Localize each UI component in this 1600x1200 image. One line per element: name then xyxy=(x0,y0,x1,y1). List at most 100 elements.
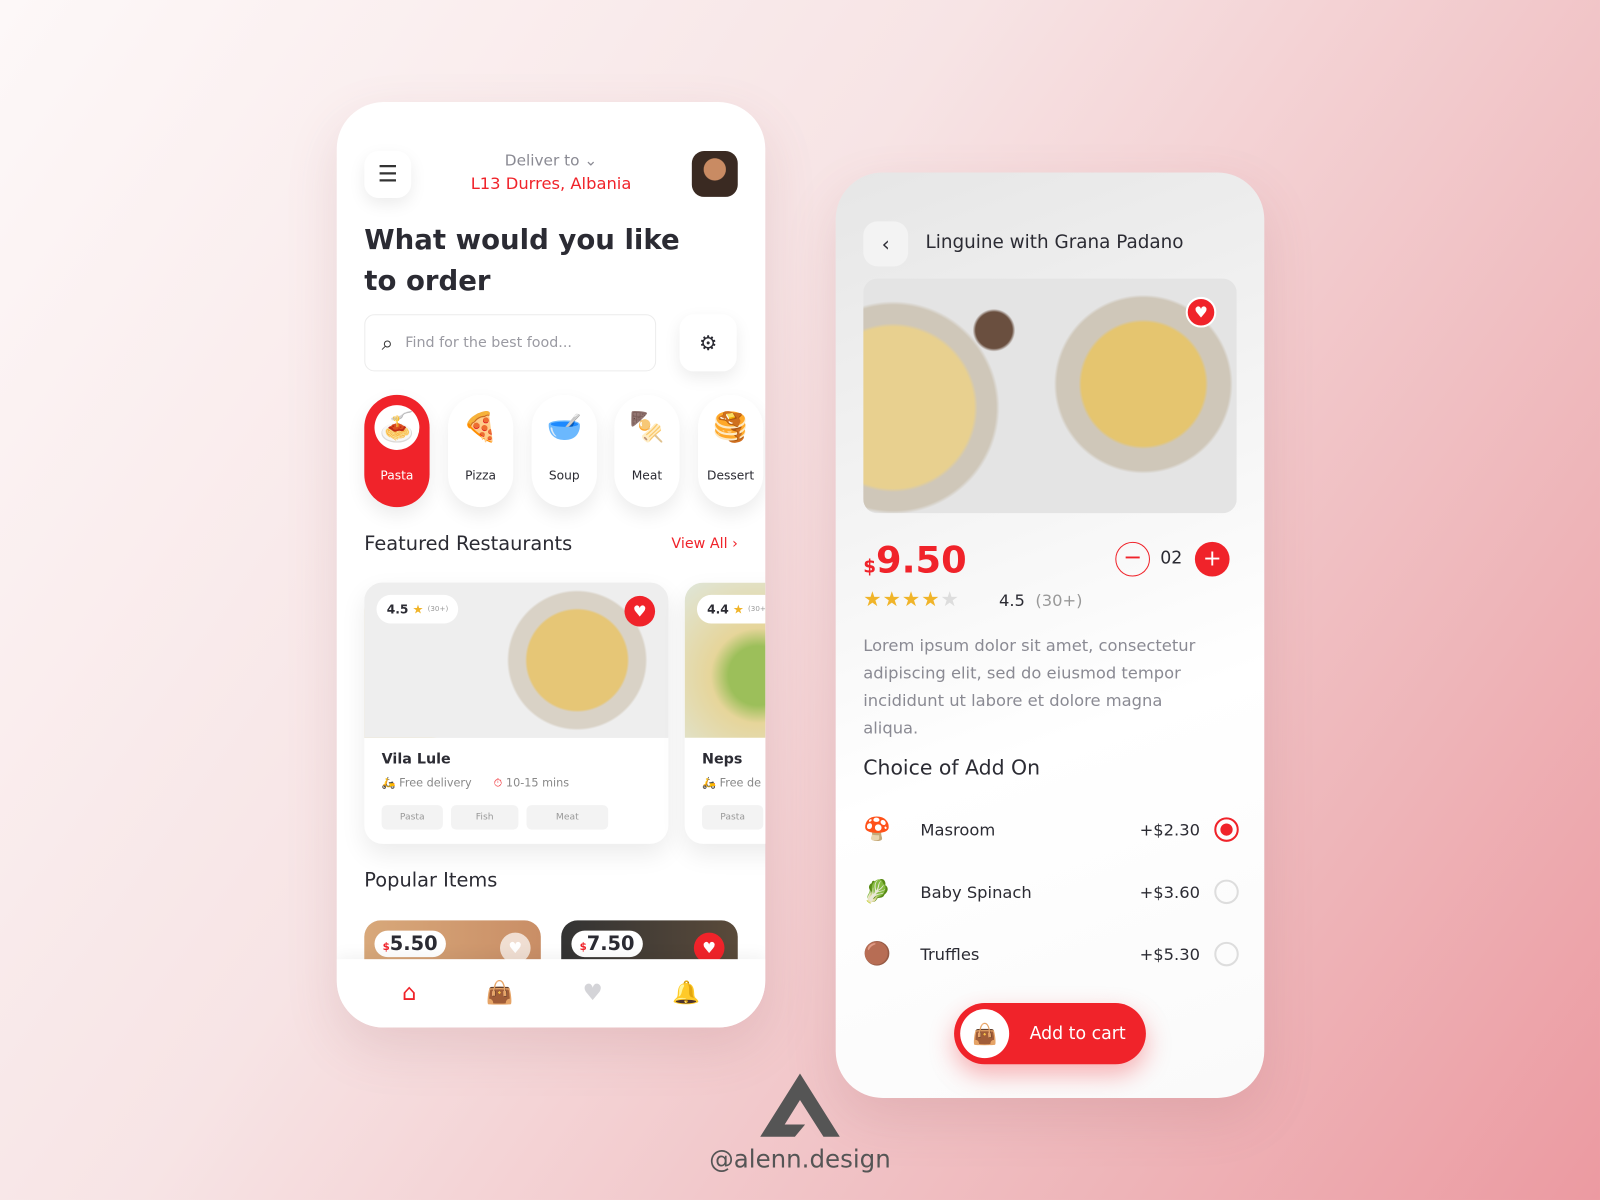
category-dessert[interactable]: 🥞 Dessert xyxy=(697,394,764,508)
spinach-icon: 🥬 xyxy=(863,879,892,905)
addon-radio[interactable] xyxy=(1214,879,1239,905)
view-all-link[interactable]: View All › xyxy=(671,536,737,552)
nav-bag-icon[interactable]: 👜 xyxy=(485,981,513,1007)
nav-heart-icon[interactable]: ♥ xyxy=(583,981,603,1007)
restaurant-card[interactable]: 4.4★(30+) Neps 🛵 Free de Pasta xyxy=(684,582,766,844)
tag: Meat xyxy=(526,805,609,830)
headline-line-1: What would you like xyxy=(364,224,680,257)
back-button[interactable]: ‹ xyxy=(863,221,909,267)
avatar[interactable] xyxy=(691,151,738,197)
dish-image: ♥ xyxy=(863,278,1237,514)
addon-name: Baby Spinach xyxy=(920,882,1032,902)
favorite-heart-icon[interactable]: ♥ xyxy=(1185,296,1217,328)
reviews: (30+) xyxy=(1035,590,1083,611)
addon-price: +$5.30 xyxy=(1139,944,1200,964)
currency: $ xyxy=(382,941,390,954)
addon-name: Truffles xyxy=(920,944,980,964)
price-value: 9.50 xyxy=(876,539,967,582)
chevron-down-icon: ⌄ xyxy=(584,151,598,170)
currency: $ xyxy=(863,556,877,578)
addon-price: +$2.30 xyxy=(1139,819,1200,840)
hamburger-icon: ☰ xyxy=(377,161,398,188)
decrease-quantity-button[interactable]: − xyxy=(1115,541,1150,577)
dish-title: Linguine with Grana Padano xyxy=(925,231,1184,254)
addon-price: +$3.60 xyxy=(1139,882,1200,902)
addon-title: Choice of Add On xyxy=(863,755,1041,780)
restaurant-name: Neps xyxy=(702,751,743,768)
pasta-icon: 🍝 xyxy=(374,405,420,450)
star-icon: ★ xyxy=(412,602,424,617)
category-pizza[interactable]: 🍕 Pizza xyxy=(447,394,514,508)
star-icon: ★ xyxy=(732,602,744,617)
description: Lorem ipsum dolor sit amet, consectetur … xyxy=(863,635,1196,738)
reviews: (30+) xyxy=(747,605,766,614)
headline-line-2: to order xyxy=(364,265,491,297)
rating-badge: 4.4★(30+) xyxy=(696,594,766,624)
quantity: 02 xyxy=(1160,547,1183,569)
search-icon: ⌕ xyxy=(381,330,394,356)
restaurant-name: Vila Lule xyxy=(381,751,451,768)
addon-radio[interactable] xyxy=(1214,817,1239,842)
price: $9.50 xyxy=(863,540,966,582)
reviews: (30+) xyxy=(427,605,449,614)
canvas: ☰ Deliver to ⌄ L13 Durres, Albania What … xyxy=(0,0,1600,1200)
bottom-nav: ⌂ 👜 ♥ 🔔 xyxy=(336,959,766,1028)
search-placeholder: Find for the best food... xyxy=(405,334,572,352)
addon-row[interactable]: 🍄 Masroom +$2.30 xyxy=(863,809,1239,850)
nav-home-icon[interactable]: ⌂ xyxy=(402,981,416,1007)
delivery-bike-icon: 🛵 xyxy=(381,776,396,790)
timer-icon: ⏱ xyxy=(493,776,503,790)
category-soup[interactable]: 🥣 Soup xyxy=(531,394,597,508)
deliver-location[interactable]: Deliver to ⌄ L13 Durres, Albania xyxy=(439,151,663,193)
increase-quantity-button[interactable]: + xyxy=(1194,541,1230,577)
view-all-label: View All xyxy=(671,535,728,553)
addon-row[interactable]: 🟤 Truffles +$5.30 xyxy=(863,934,1239,975)
home-screen: ☰ Deliver to ⌄ L13 Durres, Albania What … xyxy=(336,102,766,1028)
tag: Fish xyxy=(451,805,519,830)
tag: Pasta xyxy=(381,805,443,830)
detail-screen: ‹ Linguine with Grana Padano ♥ $9.50 − 0… xyxy=(835,172,1265,1098)
dessert-icon: 🥞 xyxy=(712,410,749,444)
addon-name: Masroom xyxy=(920,819,996,840)
rating: 4.4 xyxy=(707,602,729,617)
category-meat[interactable]: 🍢 Meat xyxy=(614,394,680,508)
category-label: Meat xyxy=(631,468,663,483)
delivery-info: Free delivery xyxy=(399,776,472,790)
restaurant-card[interactable]: 4.5 ★ (30+) ♥ Vila Lule 🛵 Free delivery ⏱ … xyxy=(364,582,669,844)
star-icon: ★★★★ xyxy=(863,586,941,612)
favorite-heart-icon[interactable]: ♥ xyxy=(624,595,656,627)
category-label: Dessert xyxy=(707,468,755,483)
location-text: L13 Durres, Albania xyxy=(470,173,632,193)
category-label: Soup xyxy=(548,468,580,483)
filter-button[interactable]: ⚙ xyxy=(679,314,737,372)
category-label: Pasta xyxy=(380,468,414,483)
popular-title: Popular Items xyxy=(364,869,498,892)
rating: 4.5 xyxy=(998,590,1025,611)
addon-radio[interactable] xyxy=(1214,941,1239,967)
currency: $ xyxy=(579,941,587,954)
truffle-icon: 🟤 xyxy=(863,941,892,967)
tag: Pasta xyxy=(702,805,764,830)
rating-badge: 4.5 ★ (30+) xyxy=(376,594,459,624)
rating: 4.5 xyxy=(386,602,409,617)
category-pasta[interactable]: 🍝 Pasta xyxy=(364,394,430,508)
delivery-time: 10-15 mins xyxy=(505,776,570,790)
delivery-bike-icon: 🛵 xyxy=(702,776,717,790)
item-price: 7.50 xyxy=(586,932,635,956)
deliver-label: Deliver to xyxy=(504,151,580,170)
featured-title: Featured Restaurants xyxy=(364,532,573,556)
brand-logo xyxy=(760,1073,840,1137)
shopping-bag-icon: 👜 xyxy=(960,1009,1010,1059)
soup-icon: 🥣 xyxy=(546,410,583,444)
menu-button[interactable]: ☰ xyxy=(364,151,412,198)
mushroom-icon: 🍄 xyxy=(863,816,892,843)
watermark: @alenn.design xyxy=(709,1144,891,1174)
meat-icon: 🍢 xyxy=(629,410,665,444)
delivery-info: Free de xyxy=(719,776,762,790)
addon-row[interactable]: 🥬 Baby Spinach +$3.60 xyxy=(863,871,1239,912)
search-input[interactable]: ⌕ Find for the best food... xyxy=(364,314,657,372)
nav-bell-icon[interactable]: 🔔 xyxy=(672,981,700,1007)
chevron-left-icon: ‹ xyxy=(881,231,890,257)
star-rating: ★★★★★ xyxy=(863,587,960,611)
add-to-cart-button[interactable]: 👜 Add to cart xyxy=(954,1003,1146,1065)
